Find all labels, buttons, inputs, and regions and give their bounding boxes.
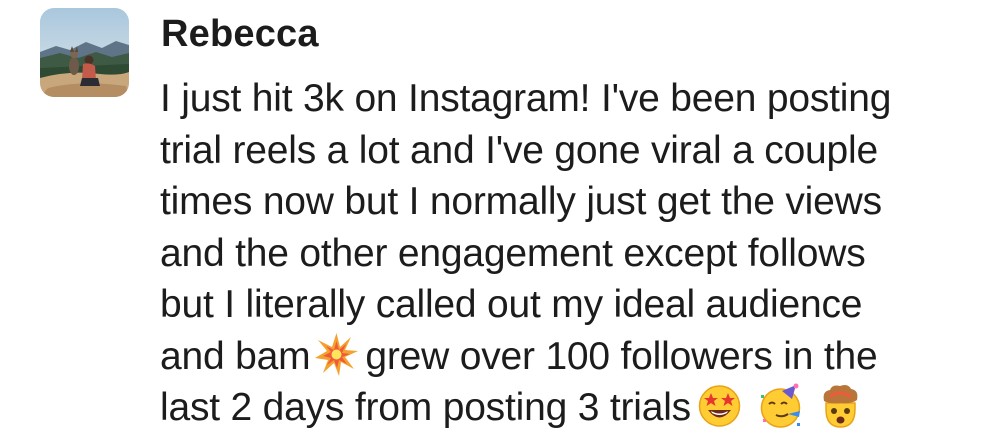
avatar[interactable] xyxy=(40,8,129,97)
message-line: times now but I normally just get the vi… xyxy=(160,180,882,223)
exploding-head-icon xyxy=(818,383,863,428)
message: Rebecca I just hit 3k on Instagram! I've… xyxy=(0,0,1000,444)
emoji-group xyxy=(697,382,868,434)
message-line: but I literally called out my ideal audi… xyxy=(160,283,863,326)
message-line: and bam grew over 100 followers in the xyxy=(160,331,990,383)
partying-face-icon xyxy=(758,383,803,428)
message-line: trial reels a lot and I've gone viral a … xyxy=(160,128,878,172)
message-line: last 2 days from posting 3 trials xyxy=(160,382,990,434)
message-body: I just hit 3k on Instagram! I've been po… xyxy=(160,73,990,434)
message-line: I just hit 3k on Instagram! I've been po… xyxy=(160,77,892,120)
message-text: last 2 days from posting 3 trials xyxy=(160,386,691,429)
collision-icon xyxy=(314,332,359,377)
star-struck-icon xyxy=(697,383,742,428)
message-text: and bam xyxy=(160,334,311,378)
sender-name[interactable]: Rebecca xyxy=(161,6,319,62)
message-text: grew over 100 followers in the xyxy=(365,334,878,378)
message-line: and the other engagement except follows xyxy=(160,231,866,275)
